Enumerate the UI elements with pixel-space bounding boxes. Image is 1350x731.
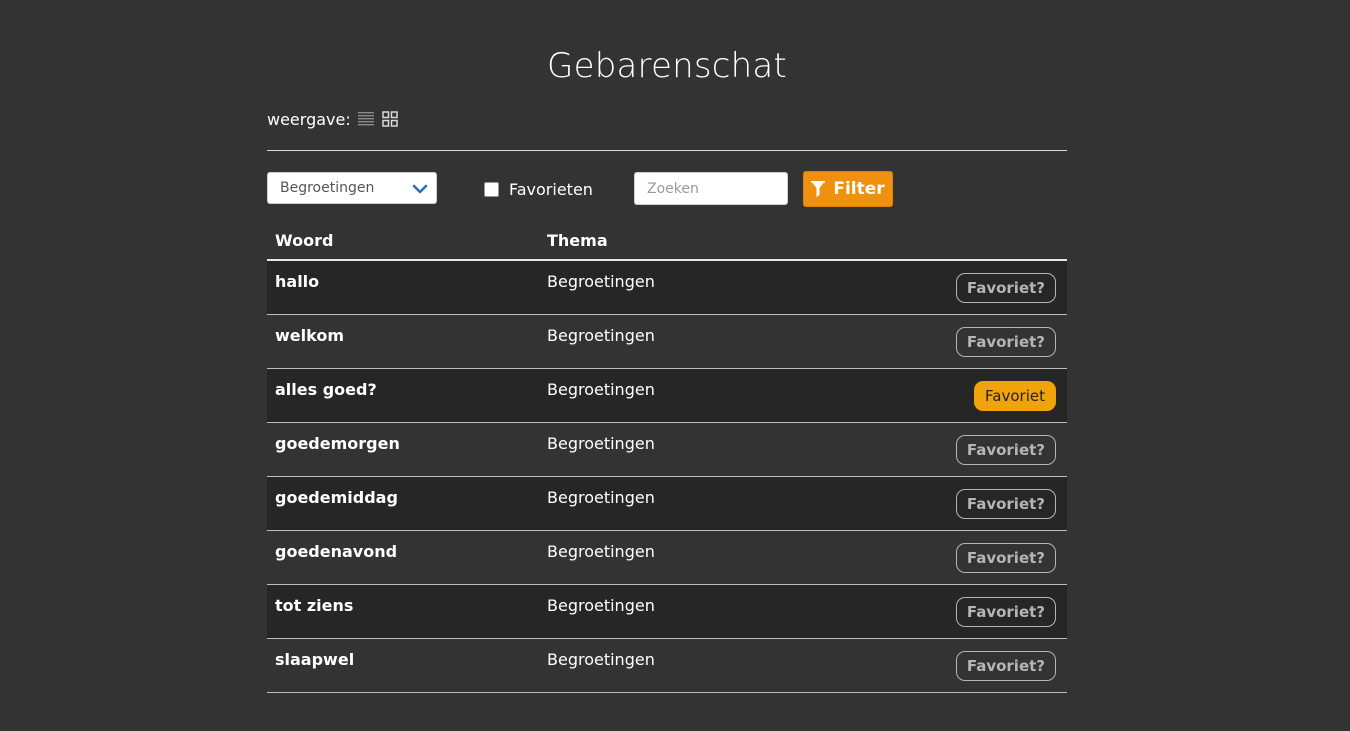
filter-button-label: Filter (833, 179, 885, 199)
chevron-down-icon (412, 181, 428, 197)
table-row: slaapwel Begroetingen Favoriet? (267, 639, 1067, 693)
theme-cell: Begroetingen (547, 650, 655, 669)
action-cell: Favoriet? (927, 261, 1067, 303)
theme-cell: Begroetingen (547, 542, 655, 561)
theme-cell: Begroetingen (547, 434, 655, 453)
grid-view-icon[interactable] (381, 110, 399, 128)
action-cell: Favoriet (927, 369, 1067, 411)
action-cell: Favoriet? (927, 531, 1067, 573)
theme-cell: Begroetingen (547, 272, 655, 291)
action-cell: Favoriet? (927, 423, 1067, 465)
list-view-icon[interactable] (357, 110, 375, 128)
word-cell: alles goed? (275, 380, 377, 399)
filter-button[interactable]: Filter (803, 171, 893, 207)
word-cell: goedemiddag (275, 488, 398, 507)
table-body: hallo Begroetingen Favoriet? welkom Begroeti… (267, 261, 1067, 693)
action-cell: Favoriet? (927, 639, 1067, 681)
favorite-button[interactable]: Favoriet? (955, 273, 1056, 303)
theme-cell: Begroetingen (547, 596, 655, 615)
theme-cell: Begroetingen (547, 380, 655, 399)
word-cell: goedenavond (275, 542, 398, 561)
favorites-filter: Favorieten (484, 171, 593, 207)
filter-bar: Begroetingen Favorieten Filter (267, 171, 1067, 207)
theme-cell: Begroetingen (547, 488, 655, 507)
favorite-button[interactable]: Favoriet? (955, 327, 1056, 357)
table-row: goedemorgen Begroetingen Favoriet? (267, 423, 1067, 477)
table-row: welkom Begroetingen Favoriet? (267, 315, 1067, 369)
table-row: goedemiddag Begroetingen Favoriet? (267, 477, 1067, 531)
view-label: weergave: (267, 109, 351, 129)
action-cell: Favoriet? (927, 315, 1067, 357)
search-input[interactable] (634, 172, 788, 205)
table-row: alles goed? Begroetingen Favoriet (267, 369, 1067, 423)
header-word: Woord (275, 230, 334, 250)
action-cell: Favoriet? (927, 585, 1067, 627)
favorite-button[interactable]: Favoriet? (955, 435, 1056, 465)
favorites-label: Favorieten (509, 179, 593, 199)
header-divider (267, 150, 1067, 151)
table-row: goedenavond Begroetingen Favoriet? (267, 531, 1067, 585)
table-row: hallo Begroetingen Favoriet? (267, 261, 1067, 315)
word-cell: slaapwel (275, 650, 355, 669)
theme-select-value: Begroetingen (280, 180, 375, 196)
theme-select[interactable]: Begroetingen (267, 172, 437, 204)
favorite-button[interactable]: Favoriet? (955, 651, 1056, 681)
word-cell: welkom (275, 326, 344, 345)
favorite-button[interactable]: Favoriet? (955, 597, 1056, 627)
table-header: Woord Thema (267, 221, 1067, 261)
theme-cell: Begroetingen (547, 326, 655, 345)
favorites-checkbox[interactable] (484, 181, 499, 197)
view-switcher: weergave: (267, 108, 405, 130)
word-cell: hallo (275, 272, 320, 291)
word-cell: tot ziens (275, 596, 354, 615)
favorite-button[interactable]: Favoriet (974, 381, 1056, 411)
words-table: Woord Thema hallo Begroetingen Favoriet? we… (267, 221, 1067, 693)
action-cell: Favoriet? (927, 477, 1067, 519)
filter-funnel-icon (811, 181, 826, 197)
page-title: Gebarenschat (547, 46, 787, 86)
word-cell: goedemorgen (275, 434, 400, 453)
favorite-button[interactable]: Favoriet? (955, 543, 1056, 573)
favorite-button[interactable]: Favoriet? (955, 489, 1056, 519)
table-row: tot ziens Begroetingen Favoriet? (267, 585, 1067, 639)
header-theme: Thema (547, 230, 608, 250)
